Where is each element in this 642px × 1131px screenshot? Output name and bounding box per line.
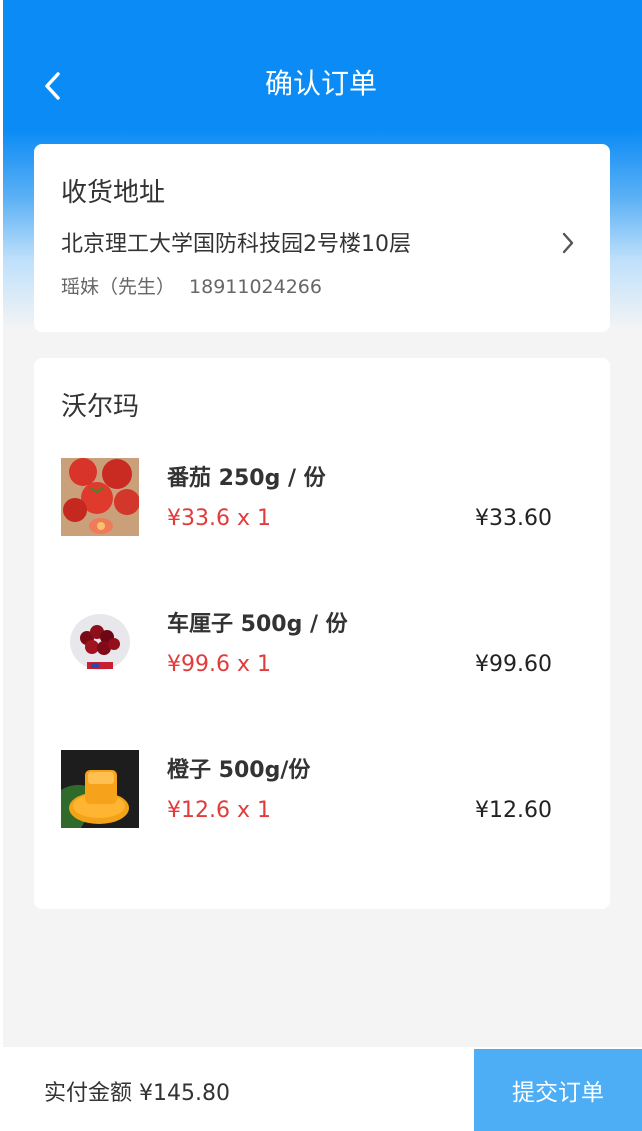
order-item: 番茄 250g / 份 ¥33.6 x 1 ¥33.60: [34, 458, 610, 538]
contact-name: 瑶妹（先生）: [61, 276, 176, 298]
pay-amount: 实付金额 ¥145.80: [44, 1081, 230, 1106]
address-card[interactable]: 收货地址 北京理工大学国防科技园2号楼10层 瑶妹（先生） 18911024266: [34, 144, 610, 332]
item-unit-price: ¥12.6 x 1: [167, 798, 271, 823]
address-contact: 瑶妹（先生） 18911024266: [61, 272, 322, 299]
item-name: 番茄 250g / 份: [167, 466, 326, 491]
submit-order-button[interactable]: 提交订单: [474, 1049, 642, 1131]
order-item: 橙子 500g/份 ¥12.6 x 1 ¥12.60: [34, 750, 610, 830]
chevron-right-icon: [562, 232, 574, 254]
address-line: 北京理工大学国防科技园2号楼10层: [61, 232, 411, 257]
item-name: 车厘子 500g / 份: [167, 612, 348, 637]
contact-phone: 18911024266: [189, 276, 322, 298]
tomato-image: [61, 458, 139, 536]
item-name: 橙子 500g/份: [167, 758, 311, 783]
cherry-image: [61, 604, 139, 682]
left-edge: [0, 0, 3, 1131]
store-name: 沃尔玛: [61, 392, 140, 422]
order-item: 车厘子 500g / 份 ¥99.6 x 1 ¥99.60: [34, 604, 610, 684]
address-arrow[interactable]: [556, 226, 580, 260]
order-card: 沃尔玛 番茄 250g / 份 ¥33.6 x 1 ¥33.60 车厘子 500…: [34, 358, 610, 909]
item-unit-price: ¥33.6 x 1: [167, 506, 271, 531]
address-heading: 收货地址: [61, 178, 166, 208]
bottom-bar: 实付金额 ¥145.80 提交订单: [0, 1047, 642, 1131]
page-title: 确认订单: [264, 67, 377, 100]
item-total: ¥99.60: [475, 652, 552, 677]
item-unit-price: ¥99.6 x 1: [167, 652, 271, 677]
item-total: ¥12.60: [475, 798, 552, 823]
item-total: ¥33.60: [475, 506, 552, 531]
orange-image: [61, 750, 139, 828]
top-bar: 确认订单: [0, 0, 642, 140]
